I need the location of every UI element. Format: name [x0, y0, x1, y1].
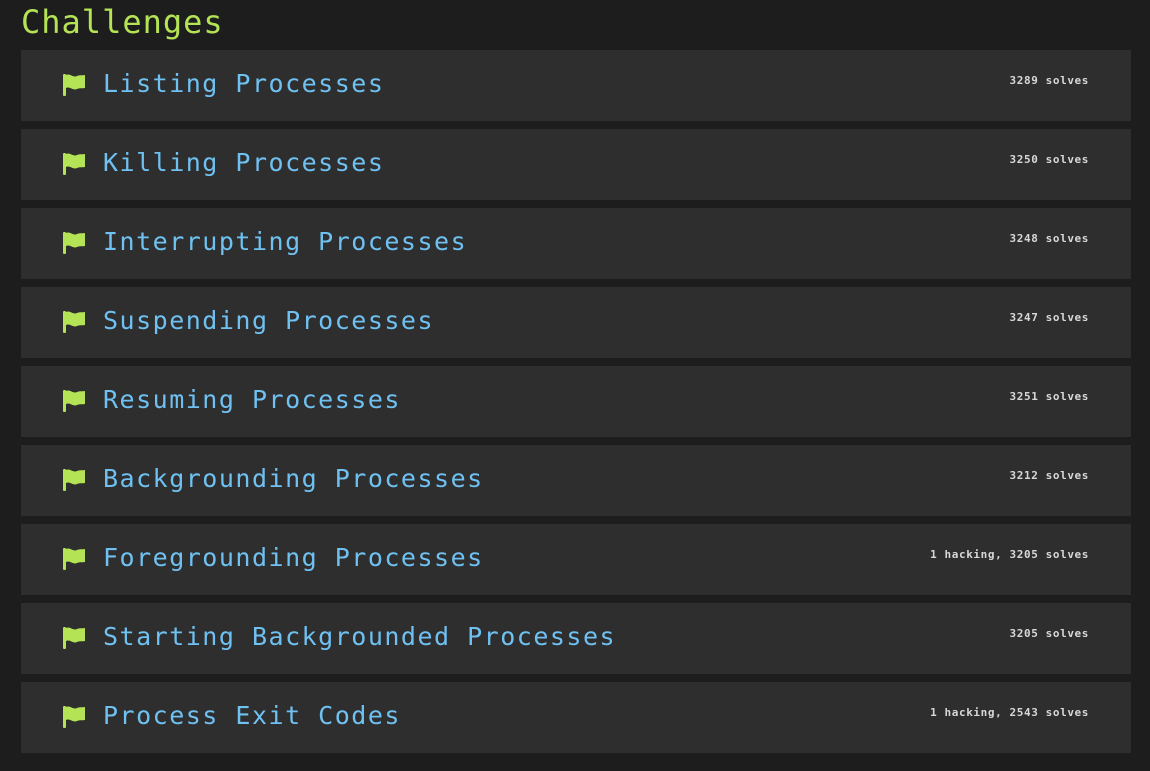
- challenge-item[interactable]: Killing Processes 3250 solves: [21, 129, 1131, 200]
- flag-icon: [63, 311, 85, 333]
- solve-count: 3248 solves: [1009, 232, 1089, 245]
- challenge-item[interactable]: Starting Backgrounded Processes 3205 solv…: [21, 603, 1131, 674]
- challenge-item[interactable]: Process Exit Codes 1 hacking, 2543 solves: [21, 682, 1131, 753]
- solve-count: 3289 solves: [1009, 74, 1089, 87]
- challenges-page: Challenges Listing Processes 3289 solves K…: [0, 0, 1150, 771]
- flag-icon: [63, 232, 85, 254]
- flag-icon: [63, 469, 85, 491]
- challenge-name[interactable]: Killing Processes: [103, 146, 384, 180]
- challenge-name[interactable]: Suspending Processes: [103, 304, 434, 338]
- challenge-name[interactable]: Process Exit Codes: [103, 699, 401, 733]
- challenge-name[interactable]: Listing Processes: [103, 67, 384, 101]
- solve-count: 1 hacking, 3205 solves: [930, 548, 1089, 561]
- challenge-item[interactable]: Foregrounding Processes 1 hacking, 3205 s…: [21, 524, 1131, 595]
- page-title: Challenges: [21, 3, 224, 41]
- solve-count: 3251 solves: [1009, 390, 1089, 403]
- flag-icon: [63, 706, 85, 728]
- challenge-item[interactable]: Interrupting Processes 3248 solves: [21, 208, 1131, 279]
- challenge-name[interactable]: Resuming Processes: [103, 383, 401, 417]
- flag-icon: [63, 390, 85, 412]
- solve-count: 3247 solves: [1009, 311, 1089, 324]
- flag-icon: [63, 627, 85, 649]
- challenge-item[interactable]: Backgrounding Processes 3212 solves: [21, 445, 1131, 516]
- flag-icon: [63, 74, 85, 96]
- challenge-list: Listing Processes 3289 solves Killing Proc…: [21, 50, 1131, 753]
- flag-icon: [63, 153, 85, 175]
- challenge-item[interactable]: Resuming Processes 3251 solves: [21, 366, 1131, 437]
- challenge-item[interactable]: Suspending Processes 3247 solves: [21, 287, 1131, 358]
- flag-icon: [63, 548, 85, 570]
- challenge-item[interactable]: Listing Processes 3289 solves: [21, 50, 1131, 121]
- challenge-name[interactable]: Starting Backgrounded Processes: [103, 620, 616, 654]
- challenge-name[interactable]: Interrupting Processes: [103, 225, 467, 259]
- challenge-name[interactable]: Backgrounding Processes: [103, 462, 484, 496]
- solve-count: 3250 solves: [1009, 153, 1089, 166]
- solve-count: 1 hacking, 2543 solves: [930, 706, 1089, 719]
- solve-count: 3205 solves: [1009, 627, 1089, 640]
- challenge-name[interactable]: Foregrounding Processes: [103, 541, 484, 575]
- solve-count: 3212 solves: [1009, 469, 1089, 482]
